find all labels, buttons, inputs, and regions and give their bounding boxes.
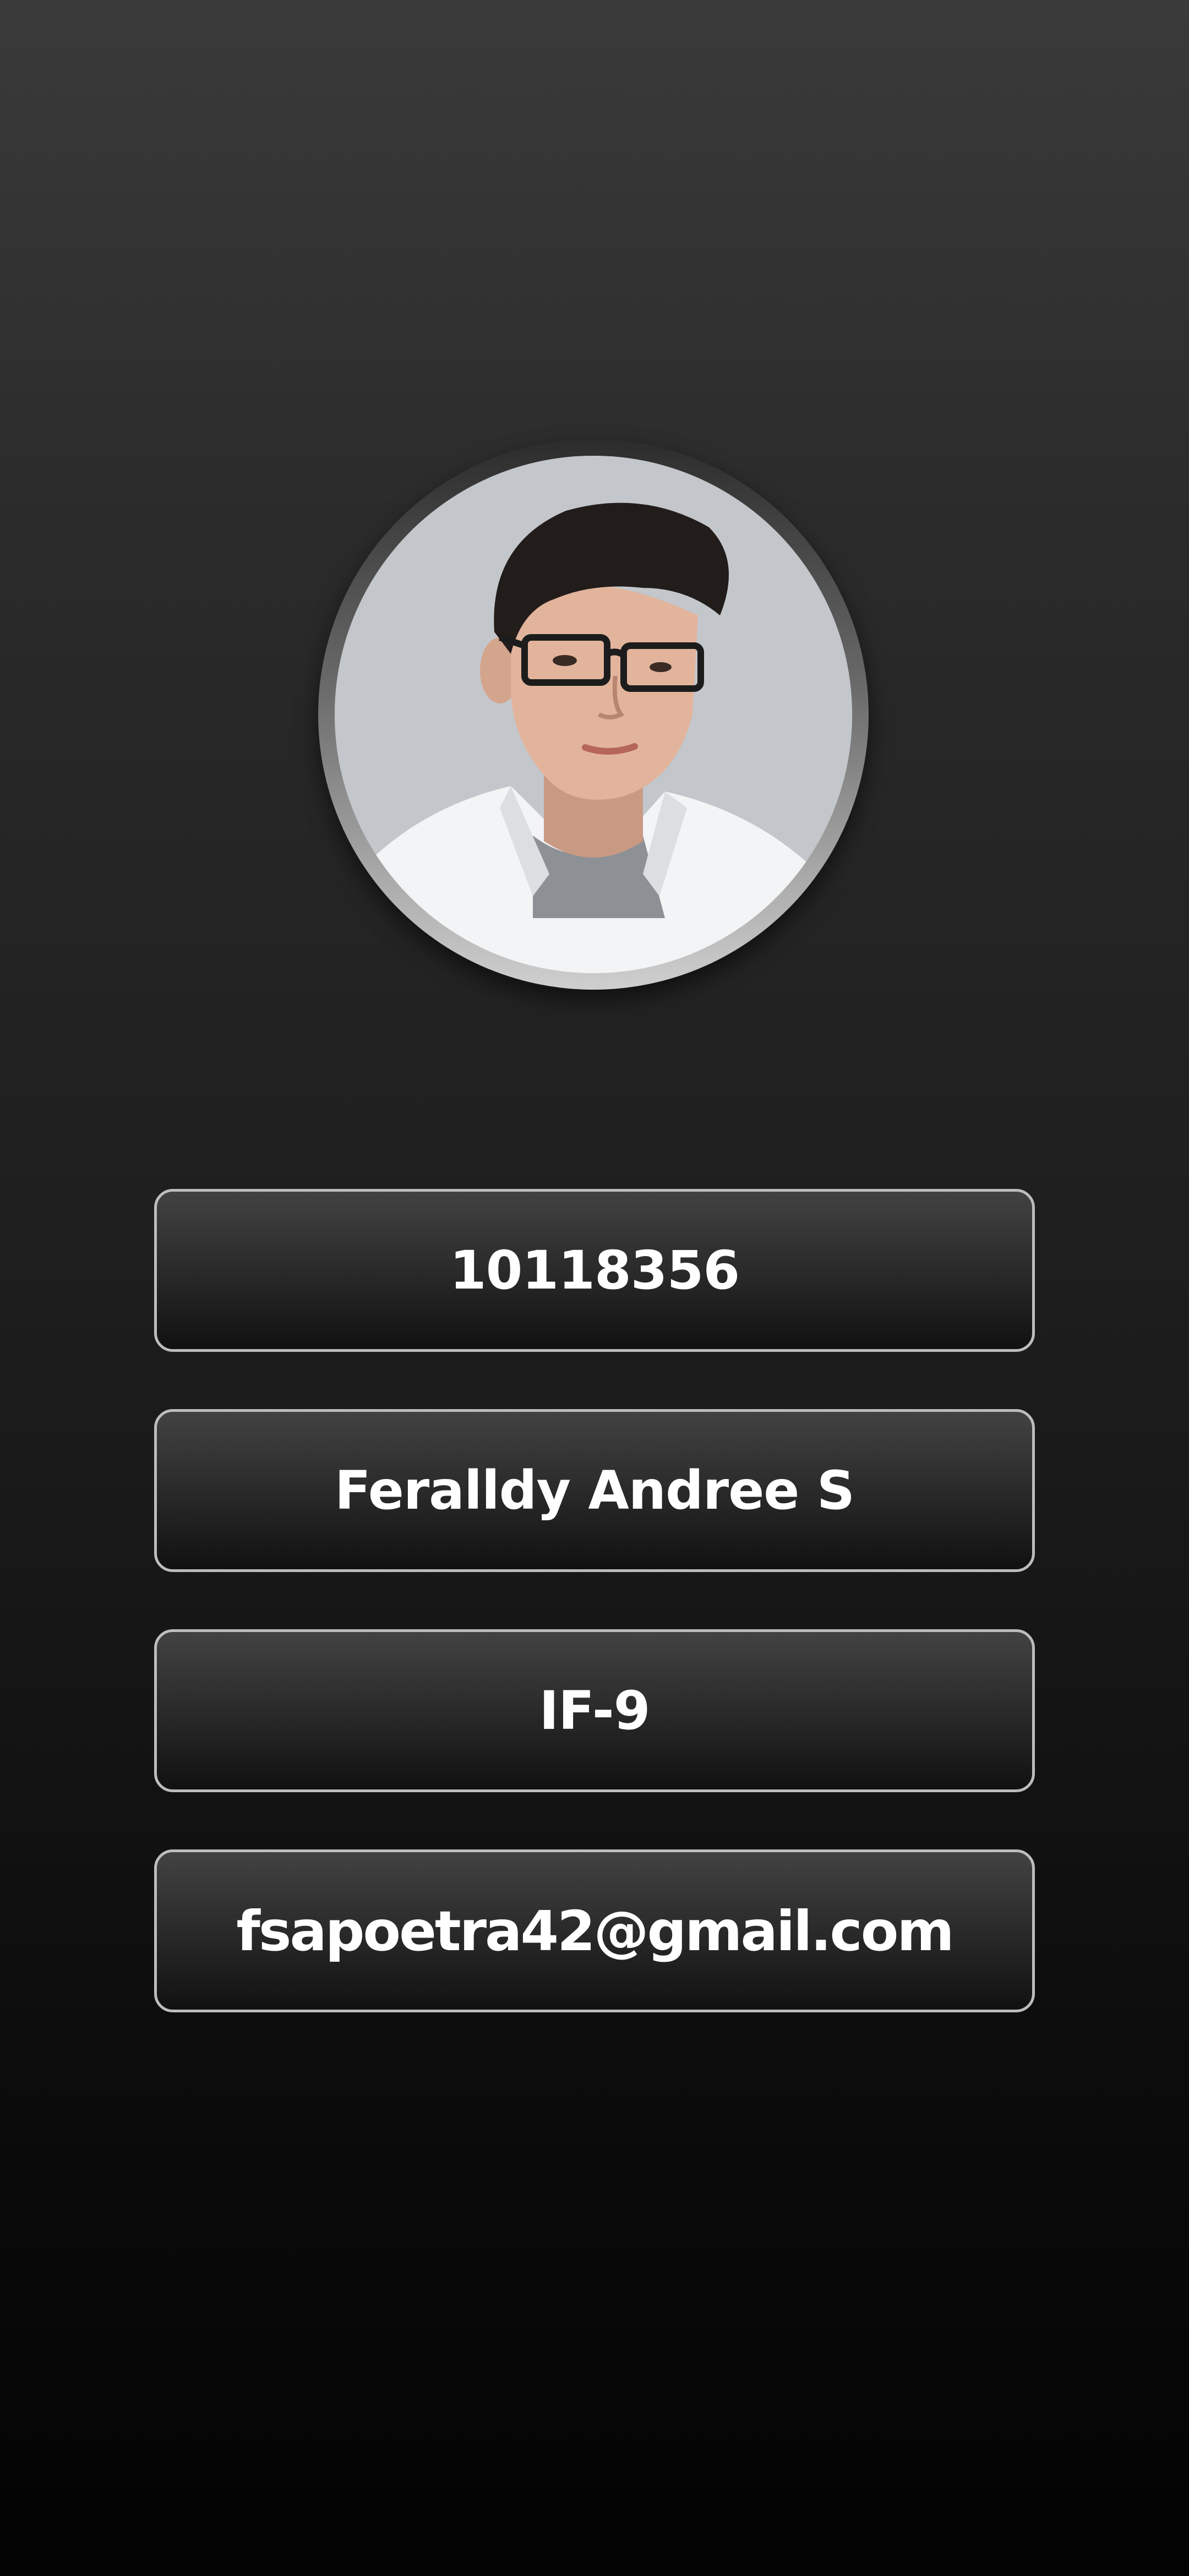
full-name-box: Feralldy Andree S: [154, 1409, 1035, 1572]
full-name-value: Feralldy Andree S: [335, 1460, 855, 1521]
profile-info-list: 10118356 Feralldy Andree S IF-9 fsapoetr…: [154, 1189, 1035, 2012]
class-value: IF-9: [539, 1680, 651, 1742]
student-id-box: 10118356: [154, 1189, 1035, 1352]
email-value: fsapoetra42@gmail.com: [236, 1898, 954, 1963]
student-id-value: 10118356: [449, 1240, 740, 1301]
email-box: fsapoetra42@gmail.com: [154, 1849, 1035, 2012]
avatar-frame: [318, 439, 869, 990]
class-box: IF-9: [154, 1629, 1035, 1792]
profile-photo-icon: [335, 456, 852, 973]
avatar: [335, 456, 852, 973]
profile-screen: 10118356 Feralldy Andree S IF-9 fsapoetr…: [0, 0, 1189, 2576]
